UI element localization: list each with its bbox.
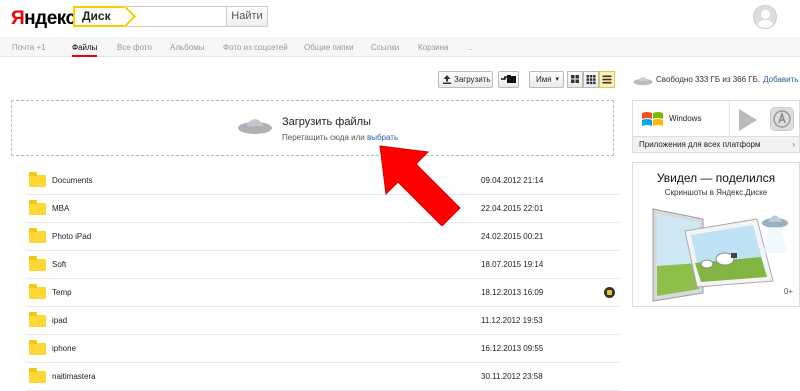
- tab-trash[interactable]: Корзина: [418, 43, 448, 52]
- file-row[interactable]: Photo iPad 24.02.2015 00:21: [26, 223, 621, 251]
- file-name: Temp: [52, 288, 72, 297]
- view-list-button[interactable]: [599, 71, 615, 88]
- folder-icon: [29, 256, 46, 271]
- app-store-a-icon: [773, 110, 791, 128]
- view-large-icons-button[interactable]: [567, 71, 583, 88]
- free-space-text: Свободно 333 ГБ из 366 ГБ.: [656, 75, 761, 85]
- service-tabs: Почта +1 Файлы Все фото Альбомы Фото из …: [0, 37, 800, 57]
- folder-icon: [29, 172, 46, 187]
- promo-title: Увидел — поделился: [656, 171, 776, 185]
- file-date: 30.11.2012 23:58: [481, 372, 543, 381]
- age-rating-badge: 0+: [783, 287, 793, 296]
- screenshots-promo[interactable]: Увидел — поделился Скриншоты в Яндекс.Ди…: [632, 162, 800, 307]
- view-small-icons-button[interactable]: [583, 71, 599, 88]
- upload-button-label: Загрузить: [454, 75, 491, 84]
- tab-links[interactable]: Ссылки: [371, 43, 399, 52]
- ufo-icon: [633, 77, 653, 86]
- folder-icon: [29, 368, 46, 383]
- all-platforms-label: Приложения для всех платформ: [639, 140, 761, 149]
- folder-icon: [29, 228, 46, 243]
- list-icon: [602, 75, 612, 84]
- search-input[interactable]: Диск: [73, 6, 226, 27]
- file-row[interactable]: Temp 18.12.2013 16:09: [26, 279, 621, 307]
- file-row[interactable]: Soft 18.07.2015 19:14: [26, 251, 621, 279]
- file-name: Soft: [52, 260, 67, 269]
- disk-page: Яндекс Диск Найти Почта +1 Файлы Все фот…: [0, 0, 800, 391]
- file-date: 24.02.2015 00:21: [481, 232, 544, 241]
- tab-albums[interactable]: Альбомы: [170, 43, 204, 52]
- file-row[interactable]: MBA 22.04.2015 22:01: [26, 195, 621, 223]
- upload-icon: [443, 75, 451, 84]
- new-folder-icon: [501, 75, 516, 83]
- logo-first-letter: Я: [11, 8, 25, 29]
- file-row[interactable]: naitimastera 30.11.2012 23:58: [26, 363, 621, 391]
- yandex-logo[interactable]: Яндекс: [11, 8, 76, 30]
- logo-rest: ндекс: [24, 8, 76, 29]
- tab-all-photos[interactable]: Все фото: [117, 43, 152, 52]
- google-play-icon[interactable]: [737, 108, 759, 132]
- chevron-right-icon: ›: [792, 140, 795, 149]
- app-store-icon[interactable]: [770, 107, 794, 131]
- file-name: Documents: [52, 176, 93, 185]
- add-space-link[interactable]: Добавить: [763, 75, 798, 84]
- ufo-icon: [238, 119, 272, 134]
- search-service-tag: Диск: [73, 6, 125, 27]
- file-date: 18.12.2013 16:09: [481, 288, 544, 297]
- dropzone-title: Загрузить файлы: [282, 116, 371, 128]
- tab-social-photos[interactable]: Фото из соцсетей: [223, 43, 288, 52]
- file-date: 09.04.2012 21:14: [481, 176, 544, 185]
- small-grid-icon: [586, 75, 596, 85]
- file-row[interactable]: ipad 11.12.2012 19:53: [26, 307, 621, 335]
- promo-illustration: [652, 208, 788, 302]
- red-arrow-annotation: [379, 145, 461, 226]
- file-name: Photo iPad: [52, 232, 92, 241]
- find-button[interactable]: Найти: [226, 6, 268, 27]
- file-name: naitimastera: [52, 372, 96, 381]
- new-folder-button[interactable]: [498, 71, 519, 88]
- folder-icon: [29, 200, 46, 215]
- file-row[interactable]: Documents 09.04.2012 21:14: [26, 167, 621, 195]
- large-grid-icon: [571, 75, 579, 83]
- shared-folder-icon[interactable]: [604, 287, 615, 298]
- folder-icon: [29, 312, 46, 327]
- chevron-down-icon: ▾: [555, 76, 559, 83]
- upload-dropzone[interactable]: Загрузить файлы Перетащить сюда или выбр…: [11, 100, 614, 156]
- view-switcher: [567, 71, 615, 88]
- file-row[interactable]: iphone 16.12.2013 09:55: [26, 335, 621, 363]
- avatar[interactable]: [753, 5, 777, 29]
- tab-mail[interactable]: Почта +1: [12, 43, 46, 52]
- sort-label: Имя: [536, 75, 552, 84]
- file-date: 18.07.2015 19:14: [481, 260, 544, 269]
- file-name: MBA: [52, 204, 70, 213]
- file-date: 16.12.2013 09:55: [481, 344, 544, 353]
- sort-dropdown[interactable]: Имя ▾: [529, 71, 564, 88]
- tab-files[interactable]: Файлы: [72, 43, 98, 57]
- all-platforms-link[interactable]: Приложения для всех платформ ›: [633, 136, 799, 152]
- upload-button[interactable]: Загрузить: [438, 71, 493, 88]
- windows-app-label[interactable]: Windows: [669, 114, 701, 123]
- file-name: iphone: [52, 344, 77, 353]
- folder-icon: [29, 340, 46, 355]
- tab-more[interactable]: ...: [466, 43, 473, 52]
- apps-panel: Windows Приложения для всех платформ ›: [632, 100, 800, 153]
- windows-logo-icon: [642, 112, 663, 126]
- file-name: ipad: [52, 316, 68, 325]
- file-date: 11.12.2012 19:53: [481, 316, 543, 325]
- file-date: 22.04.2015 22:01: [481, 204, 544, 213]
- promo-subtitle: Скриншоты в Яндекс.Диске: [664, 188, 768, 197]
- apps-divider: [729, 101, 730, 137]
- tab-shared-folders[interactable]: Общие папки: [304, 43, 354, 52]
- dropzone-hint-text: Перетащить сюда или: [282, 133, 365, 142]
- disk-space-info: Свободно 333 ГБ из 366 ГБ. Добавить: [633, 74, 798, 86]
- folder-icon: [29, 284, 46, 299]
